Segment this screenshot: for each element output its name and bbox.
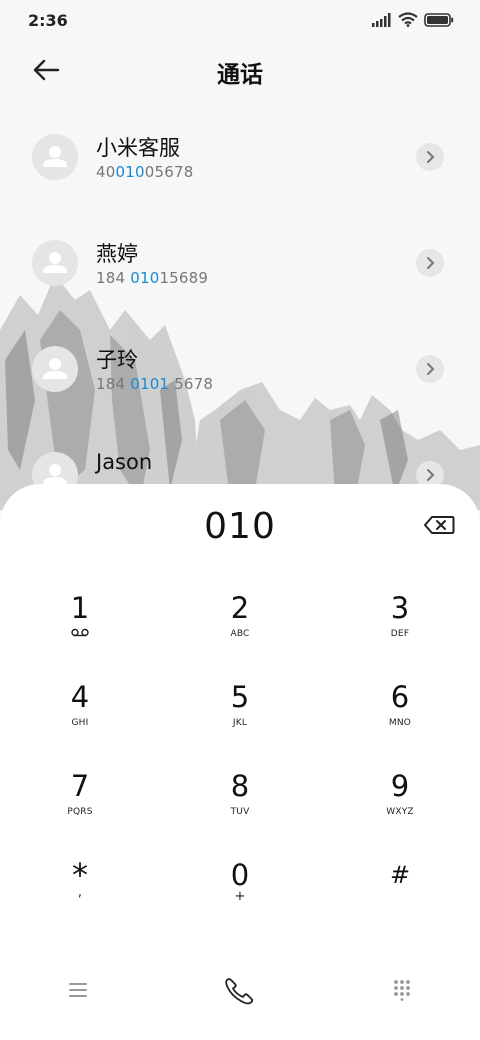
signal-icon xyxy=(372,12,391,27)
key-3[interactable]: 3 DEF xyxy=(340,592,460,672)
key-digit: 1 xyxy=(70,591,90,625)
key-digit: 5 xyxy=(230,680,250,714)
person-icon xyxy=(43,146,67,167)
contact-number: 184 0101 5678 xyxy=(96,375,214,393)
backspace-button[interactable] xyxy=(422,512,456,538)
contact-detail-button[interactable] xyxy=(416,143,444,171)
key-digit: 9 xyxy=(390,769,410,803)
person-icon xyxy=(43,252,67,273)
dialpad-toggle-button[interactable] xyxy=(382,970,422,1010)
voicemail-icon xyxy=(20,628,140,641)
key-letters: PQRS xyxy=(67,807,93,817)
key-letters: ABC xyxy=(230,629,250,639)
menu-button[interactable] xyxy=(58,970,98,1010)
contact-row[interactable]: 小米客服 4001005678 xyxy=(0,110,480,206)
key-star[interactable]: * , xyxy=(20,859,140,939)
key-letters: DEF xyxy=(390,629,410,639)
dialpad-panel: 010 1 2 ABC 3 DEF 4 GHI 5 JKL 6 MNO 7 PQ… xyxy=(0,484,480,1040)
key-letters: + xyxy=(234,889,246,904)
key-0[interactable]: 0 + xyxy=(180,859,300,939)
key-4[interactable]: 4 GHI xyxy=(20,681,140,761)
key-digit: 2 xyxy=(230,591,250,625)
key-5[interactable]: 5 JKL xyxy=(180,681,300,761)
chevron-right-icon xyxy=(427,469,435,481)
key-7[interactable]: 7 PQRS xyxy=(20,770,140,850)
chevron-right-icon xyxy=(427,257,435,269)
chevron-right-icon xyxy=(427,151,435,163)
status-time: 2:36 xyxy=(28,11,68,30)
key-digit: 7 xyxy=(70,769,90,803)
dialer-bottom-bar xyxy=(0,960,480,1020)
contact-name: 小米客服 xyxy=(96,136,180,160)
key-letters: JKL xyxy=(232,718,248,728)
menu-icon xyxy=(69,983,87,997)
key-letters: WXYZ xyxy=(386,807,414,817)
key-digit: 6 xyxy=(390,680,410,714)
key-1[interactable]: 1 xyxy=(20,592,140,672)
dialed-number: 010 xyxy=(204,506,276,547)
key-digit: 4 xyxy=(70,680,90,714)
contact-number: 184 01015689 xyxy=(96,269,209,287)
wifi-icon xyxy=(398,12,418,27)
key-letters: MNO xyxy=(388,718,412,728)
key-digit: # xyxy=(389,861,411,889)
contact-detail-button[interactable] xyxy=(416,355,444,383)
key-9[interactable]: 9 WXYZ xyxy=(340,770,460,850)
contact-row[interactable]: 燕婷 184 01015689 xyxy=(0,216,480,312)
avatar xyxy=(32,346,78,392)
contact-number: 4001005678 xyxy=(96,163,194,181)
avatar xyxy=(32,240,78,286)
key-digit: 0 xyxy=(230,858,250,892)
person-icon xyxy=(43,358,67,379)
battery-icon xyxy=(424,12,454,27)
status-bar: 2:36 xyxy=(0,0,480,40)
avatar xyxy=(32,134,78,180)
contact-name: 子玲 xyxy=(96,348,138,372)
status-icons xyxy=(372,12,454,27)
key-digit: 8 xyxy=(230,769,250,803)
key-letters: , xyxy=(77,885,83,900)
backspace-icon xyxy=(424,516,455,534)
key-6[interactable]: 6 MNO xyxy=(340,681,460,761)
key-letters: TUV xyxy=(230,807,250,817)
page-title: 通话 xyxy=(217,62,263,88)
contact-name: 燕婷 xyxy=(96,242,138,266)
key-2[interactable]: 2 ABC xyxy=(180,592,300,672)
dialpad-icon xyxy=(394,980,410,1001)
contact-name: Jason xyxy=(96,450,153,474)
chevron-right-icon xyxy=(427,363,435,375)
call-button[interactable] xyxy=(220,970,260,1010)
key-digit: 3 xyxy=(390,591,410,625)
contact-detail-button[interactable] xyxy=(416,249,444,277)
phone-icon xyxy=(225,978,254,1005)
contact-row[interactable]: 子玲 184 0101 5678 xyxy=(0,322,480,418)
key-hash[interactable]: # xyxy=(340,859,460,939)
key-letters: GHI xyxy=(71,718,89,728)
key-8[interactable]: 8 TUV xyxy=(180,770,300,850)
